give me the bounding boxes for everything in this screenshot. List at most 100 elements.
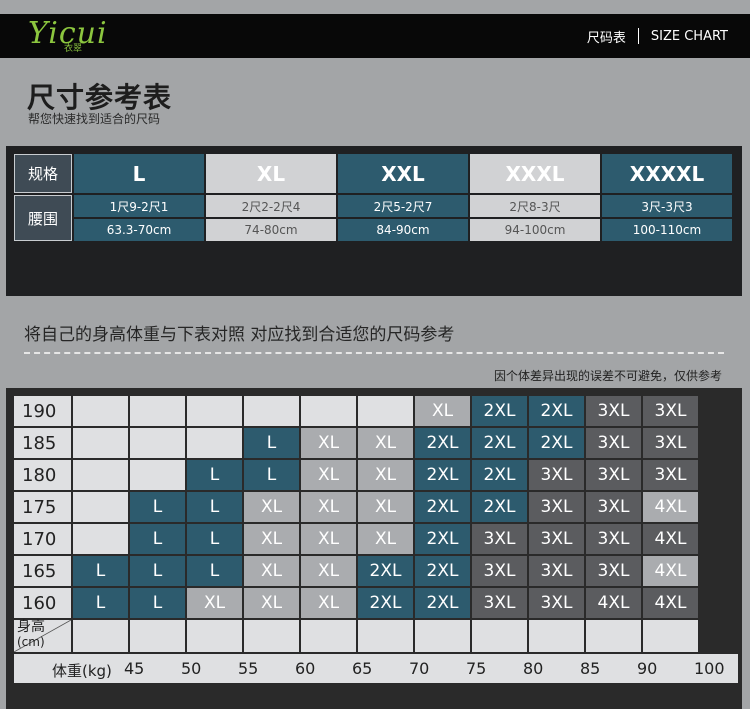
grid-cell: 2XL xyxy=(529,396,584,426)
size-header-cell: XXXL xyxy=(470,154,600,193)
weight-tick: 55 xyxy=(238,659,259,678)
grid-cell xyxy=(244,396,299,426)
grid-cell: L xyxy=(187,524,242,554)
size-table: 规格 L XL XXL XXXL XXXXL 腰围 1尺9-2尺1 2尺2-2尺4 2尺5-2尺7… xyxy=(12,152,734,243)
grid-cell: 3XL xyxy=(643,396,698,426)
grid-cell xyxy=(73,460,128,490)
grid-cell: 3XL xyxy=(643,428,698,458)
grid-cell: 2XL xyxy=(415,588,470,618)
header-bar: Yicui 衣翠 尺码表 SIZE CHART xyxy=(0,14,750,58)
grid-cell: 3XL xyxy=(529,460,584,490)
weight-tick: 50 xyxy=(181,659,202,678)
grid-cell: L xyxy=(130,588,185,618)
height-axis-unit: (cm) xyxy=(17,635,45,649)
grid-cell: 2XL xyxy=(358,588,413,618)
grid-cell: 3XL xyxy=(643,460,698,490)
grid-cell: XL xyxy=(358,492,413,522)
grid-cell-empty xyxy=(130,620,185,652)
grid-cell: 3XL xyxy=(529,524,584,554)
waist-cm-cell: 74-80cm xyxy=(206,219,336,241)
grid-cell xyxy=(130,428,185,458)
waist-cm-cell: 94-100cm xyxy=(470,219,600,241)
row-label-waist: 腰围 xyxy=(14,195,72,241)
top-nav: 尺码表 SIZE CHART xyxy=(587,14,728,58)
weight-tick: 90 xyxy=(637,659,658,678)
grid-cell: 3XL xyxy=(529,492,584,522)
waist-cm-cell: 63.3-70cm xyxy=(74,219,204,241)
grid-cell-empty xyxy=(415,620,470,652)
grid-row: 185 L XL XL 2XL 2XL 2XL 3XL 3XL xyxy=(14,428,698,458)
waist-chi-cell: 2尺2-2尺4 xyxy=(206,195,336,217)
grid-cell: XL xyxy=(301,556,356,586)
waist-cm-cell: 100-110cm xyxy=(602,219,732,241)
grid-cell: XL xyxy=(187,588,242,618)
grid-cell: L xyxy=(130,492,185,522)
size-header-cell: XL xyxy=(206,154,336,193)
weight-tick: 85 xyxy=(580,659,601,678)
grid-cell: 2XL xyxy=(358,556,413,586)
size-header-cell: L xyxy=(74,154,204,193)
grid-cell: 2XL xyxy=(472,460,527,490)
waist-chi-cell: 2尺5-2尺7 xyxy=(338,195,468,217)
brand-logo[interactable]: Yicui 衣翠 xyxy=(28,16,148,56)
weight-tick: 100 xyxy=(694,659,725,678)
weight-axis-label: 体重(kg) xyxy=(52,662,112,680)
grid-row: 175 L L XL XL XL 2XL 2XL 3XL 3XL 4XL xyxy=(14,492,698,522)
grid-cell: XL xyxy=(415,396,470,426)
nav-size-chart-cn[interactable]: 尺码表 xyxy=(587,27,626,46)
grid-cell: 3XL xyxy=(586,428,641,458)
page-subtitle: 帮您快速找到适合的尺码 xyxy=(28,112,161,126)
height-label: 175 xyxy=(14,492,71,522)
grid-cell: 2XL xyxy=(415,492,470,522)
grid-cell: L xyxy=(187,556,242,586)
grid-row: 190 XL 2XL 2XL 3XL 3XL xyxy=(14,396,698,426)
grid-cell: 2XL xyxy=(415,556,470,586)
disclaimer-note: 因个体差异出现的误差不可避免，仅供参考 xyxy=(493,369,722,383)
grid-cell: 4XL xyxy=(643,588,698,618)
grid-cell: 3XL xyxy=(472,556,527,586)
grid-cell: 2XL xyxy=(472,396,527,426)
weight-tick: 60 xyxy=(295,659,316,678)
height-label: 180 xyxy=(14,460,71,490)
nav-size-chart-en[interactable]: SIZE CHART xyxy=(651,29,728,44)
grid-row: 160 L L XL XL XL 2XL 2XL 3XL 3XL 4XL 4XL xyxy=(14,588,698,618)
grid-row: 180 L L XL XL 2XL 2XL 3XL 3XL 3XL xyxy=(14,460,698,490)
grid-cell-empty xyxy=(529,620,584,652)
grid-cell: XL xyxy=(244,556,299,586)
weight-tick: 80 xyxy=(523,659,544,678)
height-weight-chart: 190 XL 2XL 2XL 3XL 3XL 185 L XL XL 2XL 2XL 2XL 3XL 3XL… xyxy=(6,388,742,709)
grid-cell: XL xyxy=(244,492,299,522)
grid-cell: 3XL xyxy=(586,524,641,554)
grid-cell-empty xyxy=(358,620,413,652)
waist-cm-cell: 84-90cm xyxy=(338,219,468,241)
axis-corner: 身高 (cm) xyxy=(14,620,71,652)
nav-divider xyxy=(637,28,639,44)
grid-cell: L xyxy=(244,428,299,458)
grid-cell: 2XL xyxy=(415,428,470,458)
grid-cell-empty xyxy=(244,620,299,652)
height-label: 165 xyxy=(14,556,71,586)
grid-cell: 4XL xyxy=(643,556,698,586)
grid-cell: 2XL xyxy=(529,428,584,458)
grid-row: 170 L L XL XL XL 2XL 3XL 3XL 3XL 4XL xyxy=(14,524,698,554)
grid-cell: 4XL xyxy=(643,492,698,522)
grid-cell xyxy=(73,524,128,554)
size-grid: 190 XL 2XL 2XL 3XL 3XL 185 L XL XL 2XL 2XL 2XL 3XL 3XL… xyxy=(12,394,700,654)
grid-cell xyxy=(73,492,128,522)
instruction-text: 将自己的身高体重与下表对照 对应找到合适您的尺码参考 xyxy=(24,325,455,345)
grid-cell: XL xyxy=(244,524,299,554)
grid-cell-empty xyxy=(187,620,242,652)
grid-cell-empty xyxy=(586,620,641,652)
grid-cell: L xyxy=(187,460,242,490)
grid-cell xyxy=(187,428,242,458)
dashed-divider xyxy=(24,352,724,354)
grid-cell: 2XL xyxy=(415,524,470,554)
grid-cell: XL xyxy=(358,524,413,554)
grid-cell: 3XL xyxy=(472,524,527,554)
weight-tick: 70 xyxy=(409,659,430,678)
grid-cell: XL xyxy=(358,460,413,490)
grid-cell: XL xyxy=(301,588,356,618)
grid-cell xyxy=(73,428,128,458)
grid-cell: XL xyxy=(244,588,299,618)
size-header-cell: XXL xyxy=(338,154,468,193)
